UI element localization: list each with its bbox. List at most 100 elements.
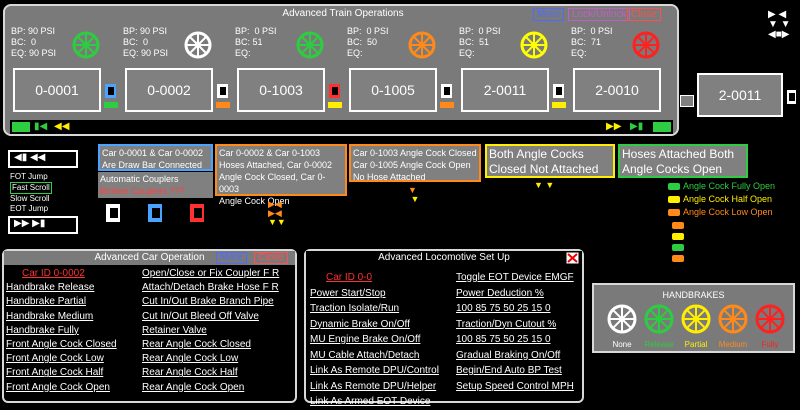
handbrake-wheel-icon[interactable] [754, 303, 786, 335]
handbrake-wheel-icon[interactable] [631, 30, 661, 60]
menu-item[interactable]: Dynamic Brake On/Off [310, 317, 439, 333]
menu-item[interactable]: Rear Angle Cock Low [142, 352, 279, 366]
menu-item[interactable]: Open/Close or Fix Coupler F R [142, 267, 279, 281]
bp-readout: BP: 0 PSI [459, 26, 501, 36]
menu-item[interactable]: Rear Angle Cock Closed [142, 338, 279, 352]
fast-scroll-right-icon[interactable]: ▶▶ [606, 121, 621, 132]
car-id-box[interactable]: 0-0002 [125, 68, 213, 112]
car-op-close-button[interactable]: Close [254, 252, 288, 264]
car-id-box[interactable]: 0-1005 [349, 68, 437, 112]
slow-scroll-label[interactable]: Slow Scroll [10, 194, 52, 204]
scroll-left-icon[interactable]: ▮◀ [34, 121, 47, 132]
direction-arrows-icon: ▶ ◀ ▼ ▼ ◀■▶ [768, 9, 791, 40]
handbrake-wheel-icon[interactable] [717, 303, 749, 335]
menu-item[interactable]: Front Angle Cock Open [6, 381, 117, 395]
coupler-connector[interactable] [215, 80, 233, 121]
eot-jump-label[interactable]: EOT Jump [10, 204, 52, 214]
menu-item[interactable]: Car ID 0-0 [310, 270, 439, 286]
menu-item[interactable]: Power Start/Stop [310, 286, 439, 302]
menu-item[interactable]: Cut In/Out Bleed Off Valve [142, 310, 279, 324]
scroll-labels: FOT Jump Fast Scroll Slow Scroll EOT Jum… [10, 172, 52, 214]
legend-item: Angle Cock Fully Open [668, 180, 775, 193]
handbrake-label: Release [644, 340, 674, 349]
menu-item[interactable]: Handbrake Release [6, 281, 117, 295]
menu-item[interactable]: Link As Armed EOT Device [310, 394, 439, 410]
coupler-connector[interactable] [103, 80, 121, 121]
eq-readout: EQ: 90 PSI [123, 48, 169, 58]
menu-item[interactable]: 100 85 75 50 25 15 0 [456, 301, 574, 317]
menu-item[interactable]: Begin/End Auto BP Test [456, 363, 574, 379]
hose-status: Car 0-0002 & Car 0-1003 Hoses Attached, … [215, 144, 347, 206]
menu-item[interactable]: Power Deduction % [456, 286, 574, 302]
handbrake-wheel-icon[interactable] [407, 30, 437, 60]
handbrake-option[interactable]: Medium [717, 303, 751, 349]
close-button[interactable]: Close [627, 8, 661, 21]
scroll-forward-control[interactable]: ▶▶ ▶▮ [8, 216, 78, 234]
handbrake-option[interactable]: None [606, 303, 640, 349]
menu-item[interactable]: Handbrake Fully [6, 324, 117, 338]
menu-item[interactable]: Handbrake Partial [6, 295, 117, 309]
handbrake-option[interactable]: Fully [754, 303, 788, 349]
coupler-connector[interactable] [327, 80, 345, 121]
car-op-more-button[interactable]: More [216, 252, 247, 264]
menu-item[interactable]: Setup Speed Control MPH [456, 379, 574, 395]
scroll-right-icon[interactable]: ▶▮ [630, 121, 643, 132]
handbrake-label: Medium [718, 340, 748, 349]
handbrake-wheel-icon[interactable] [643, 303, 675, 335]
bp-readout: BP: 0 PSI [235, 26, 277, 36]
car-id-box[interactable]: 2-0011 [461, 68, 549, 112]
legend-label: Angle Cock Fully Open [683, 181, 776, 191]
menu-item[interactable]: Rear Angle Cock Open [142, 381, 279, 395]
scroll-back-control[interactable]: ◀▮ ◀◀ [8, 150, 78, 168]
lock-unlock-button[interactable]: Lock/Unlock [568, 8, 631, 21]
handbrake-wheel-icon[interactable] [295, 30, 325, 60]
coupler-connector[interactable] [439, 80, 457, 121]
car-id-box[interactable]: 0-1003 [237, 68, 325, 112]
menu-item[interactable]: Front Angle Cock Low [6, 352, 117, 366]
more-button[interactable]: More [533, 8, 564, 21]
car-id-box[interactable]: 2-0010 [573, 68, 661, 112]
fot-jump-label[interactable]: FOT Jump [10, 172, 52, 182]
coupler-icon[interactable] [786, 88, 800, 106]
menu-item[interactable]: Handbrake Medium [6, 310, 117, 324]
menu-item[interactable]: Car ID 0-0002 [6, 267, 117, 281]
close-icon[interactable] [566, 252, 579, 264]
menu-item[interactable]: Rear Angle Cock Half [142, 366, 279, 380]
menu-item[interactable]: Cut In/Out Brake Branch Pipe [142, 295, 279, 309]
handbrake-wheel-icon[interactable] [519, 30, 549, 60]
menu-item[interactable]: Link As Remote DPU/Control [310, 363, 439, 379]
menu-item[interactable]: Attach/Detach Brake Hose F R [142, 281, 279, 295]
handbrake-option[interactable]: Partial [680, 303, 714, 349]
menu-item[interactable]: 100 85 75 50 25 15 0 [456, 332, 574, 348]
handbrake-wheel-icon[interactable] [183, 30, 213, 60]
menu-item[interactable]: Link As Remote DPU/Helper [310, 379, 439, 395]
coupler-white-icon [106, 204, 120, 222]
menu-item[interactable]: Retainer Valve [142, 324, 279, 338]
handbrake-wheel-icon[interactable] [71, 30, 101, 60]
eot-marker [653, 122, 671, 132]
handbrake-wheel-icon[interactable] [680, 303, 712, 335]
bp-readout: BP: 0 PSI [347, 26, 389, 36]
menu-item[interactable]: Front Angle Cock Closed [6, 338, 117, 352]
menu-item[interactable]: MU Engine Brake On/Off [310, 332, 439, 348]
car-id-box[interactable]: 0-0001 [13, 68, 101, 112]
rewind-icon: ◀▮ ◀◀ [14, 152, 46, 163]
menu-item[interactable]: Traction/Dyn Cutout % [456, 317, 574, 333]
train-scroll-bar[interactable]: ▮◀ ◀◀ ▶▶ ▶▮ [10, 120, 673, 134]
coupler-connector[interactable] [551, 80, 569, 121]
menu-item[interactable]: Traction Isolate/Run [310, 301, 439, 317]
menu-item[interactable]: Gradual Braking On/Off [456, 348, 574, 364]
handbrake-wheel-icon[interactable] [606, 303, 638, 335]
handbrake-option[interactable]: Release [643, 303, 677, 349]
menu-item[interactable]: Toggle EOT Device EMGF [456, 270, 574, 286]
menu-item[interactable]: MU Cable Attach/Detach [310, 348, 439, 364]
drawbar-status-line1: Car 0-0001 & Car 0-0002 [102, 148, 204, 158]
fast-scroll-left-icon[interactable]: ◀◀ [54, 121, 69, 132]
detached-coupler[interactable] [680, 95, 694, 107]
detached-car[interactable]: 2-0011 [697, 73, 783, 117]
menu-item[interactable]: Front Angle Cock Half [6, 366, 117, 380]
car-pressure-info: BP: 0 PSI BC: 50 EQ: [347, 26, 389, 59]
bp-readout: BP: 0 PSI [571, 26, 613, 36]
bp-readout: BP: 90 PSI [123, 26, 168, 36]
fast-scroll-label[interactable]: Fast Scroll [10, 182, 52, 194]
